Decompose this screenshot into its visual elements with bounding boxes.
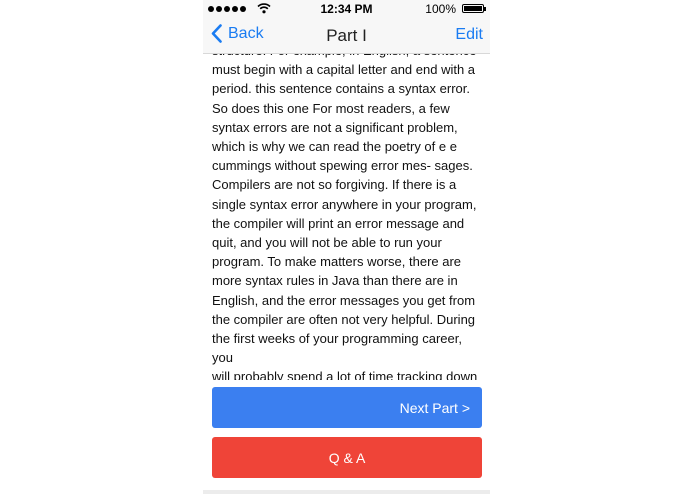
- bottom-edge: [203, 490, 490, 494]
- status-bar: 12:34 PM 100%: [203, 0, 490, 18]
- navigation-bar: Back Part I Edit: [203, 18, 490, 54]
- qa-button[interactable]: Q & A: [212, 437, 482, 478]
- battery-fill: [464, 6, 482, 11]
- edit-button[interactable]: Edit: [455, 26, 483, 44]
- chevron-left-icon: [211, 24, 222, 43]
- next-part-button[interactable]: Next Part >: [212, 387, 482, 428]
- phone-screen: 12:34 PM 100% Back Part I Edit structure…: [203, 0, 490, 494]
- back-label: Back: [228, 24, 264, 42]
- battery-percent: 100%: [425, 2, 456, 16]
- battery-icon: [462, 4, 486, 13]
- body-text: structure. For example, in English, a se…: [212, 54, 478, 380]
- text-scroll-area[interactable]: structure. For example, in English, a se…: [212, 54, 482, 380]
- back-button[interactable]: Back: [211, 24, 264, 43]
